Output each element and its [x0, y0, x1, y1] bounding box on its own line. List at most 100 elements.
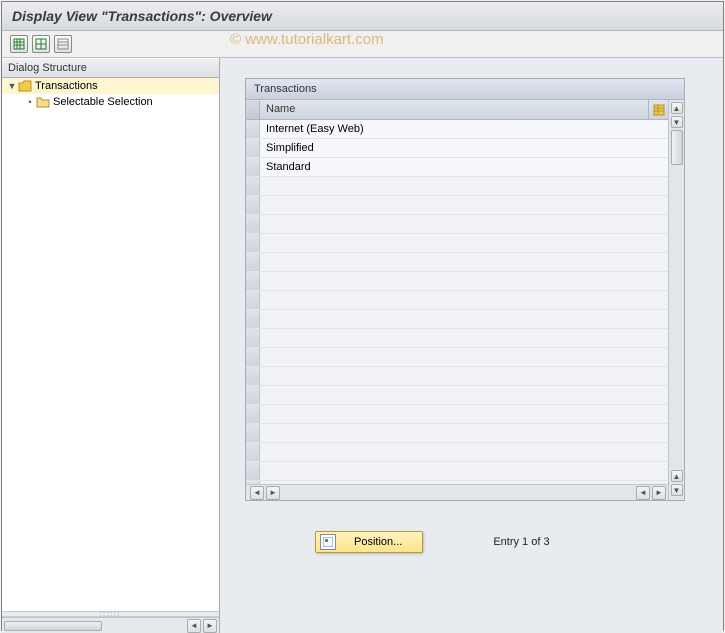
cell-name — [260, 291, 668, 309]
table-row[interactable] — [246, 310, 668, 329]
panel-title: Transactions — [246, 79, 684, 100]
row-selector[interactable] — [246, 158, 260, 176]
cell-name — [260, 310, 668, 328]
row-selector[interactable] — [246, 196, 260, 214]
table-body: Internet (Easy Web)SimplifiedStandard — [246, 120, 668, 484]
position-button[interactable]: Position... — [315, 531, 423, 553]
tree: ▼ Transactions • Selectable Selection — [2, 78, 219, 611]
scroll-left-icon[interactable]: ◄ — [250, 486, 264, 500]
row-selector[interactable] — [246, 310, 260, 328]
cell-name — [260, 367, 668, 385]
row-selector[interactable] — [246, 424, 260, 442]
content-area: Transactions Name Internet (Easy Web)Sim… — [220, 58, 723, 633]
row-selector[interactable] — [246, 348, 260, 366]
cell-name — [260, 272, 668, 290]
table-row[interactable] — [246, 348, 668, 367]
table-hscrollbar[interactable]: ◄ ► ◄ ► — [246, 484, 668, 500]
row-selector[interactable] — [246, 215, 260, 233]
table-row[interactable] — [246, 462, 668, 481]
toolbar-button-1[interactable] — [10, 35, 28, 53]
cell-name: Internet (Easy Web) — [260, 120, 668, 138]
scroll-down-icon[interactable]: ▼ — [671, 116, 683, 128]
row-selector[interactable] — [246, 329, 260, 347]
row-selector[interactable] — [246, 234, 260, 252]
tree-item-selectable-selection[interactable]: • Selectable Selection — [2, 94, 219, 110]
transactions-panel: Transactions Name Internet (Easy Web)Sim… — [245, 78, 685, 501]
tree-item-label: Selectable Selection — [53, 96, 153, 108]
row-selector[interactable] — [246, 272, 260, 290]
select-all-column[interactable] — [246, 100, 260, 119]
toolbar-button-3[interactable] — [54, 35, 72, 53]
position-icon — [320, 534, 336, 550]
folder-icon — [36, 96, 50, 108]
cell-name — [260, 253, 668, 271]
grid-green-icon — [13, 38, 25, 50]
dialog-structure-sidebar: Dialog Structure ▼ Transactions • Select… — [2, 58, 220, 633]
scroll-right-icon[interactable]: ► — [266, 486, 280, 500]
footer: Position... Entry 1 of 3 — [315, 531, 708, 553]
row-selector[interactable] — [246, 405, 260, 423]
sidebar-hscrollbar[interactable]: ◄ ► — [2, 617, 219, 633]
table-row[interactable] — [246, 177, 668, 196]
row-selector[interactable] — [246, 120, 260, 138]
scroll-left-icon[interactable]: ◄ — [187, 619, 201, 633]
cell-name — [260, 386, 668, 404]
scroll-left-icon[interactable]: ◄ — [636, 486, 650, 500]
row-selector[interactable] — [246, 139, 260, 157]
sidebar-header: Dialog Structure — [2, 58, 219, 78]
table-settings-icon — [653, 104, 665, 116]
row-selector[interactable] — [246, 462, 260, 480]
grid-grey-icon — [57, 38, 69, 50]
table-row[interactable] — [246, 253, 668, 272]
toolbar-button-2[interactable] — [32, 35, 50, 53]
cell-name — [260, 196, 668, 214]
cell-name: Simplified — [260, 139, 668, 157]
table-row[interactable] — [246, 405, 668, 424]
cell-name — [260, 462, 668, 480]
folder-open-icon — [18, 80, 32, 92]
scrollbar-thumb[interactable] — [671, 130, 683, 165]
collapse-icon[interactable]: ▼ — [6, 81, 18, 91]
table-row[interactable] — [246, 386, 668, 405]
row-selector[interactable] — [246, 386, 260, 404]
table-row[interactable] — [246, 272, 668, 291]
row-selector[interactable] — [246, 177, 260, 195]
grid-green2-icon — [35, 38, 47, 50]
entry-counter: Entry 1 of 3 — [493, 536, 549, 548]
table-row[interactable] — [246, 367, 668, 386]
table-vscrollbar[interactable]: ▲ ▼ ▲ ▼ — [668, 100, 684, 500]
table-row[interactable] — [246, 196, 668, 215]
table-row[interactable]: Internet (Easy Web) — [246, 120, 668, 139]
tree-item-label: Transactions — [35, 80, 98, 92]
toolbar — [2, 31, 723, 58]
scroll-up-icon[interactable]: ▲ — [671, 470, 683, 482]
tree-item-transactions[interactable]: ▼ Transactions — [2, 78, 219, 94]
table-row[interactable] — [246, 329, 668, 348]
scroll-right-icon[interactable]: ► — [652, 486, 666, 500]
table-row[interactable]: Simplified — [246, 139, 668, 158]
position-button-label: Position... — [354, 536, 402, 548]
cell-name — [260, 443, 668, 461]
cell-name — [260, 348, 668, 366]
table-row[interactable]: Standard — [246, 158, 668, 177]
table-row[interactable] — [246, 443, 668, 462]
table-row[interactable] — [246, 234, 668, 253]
row-selector[interactable] — [246, 291, 260, 309]
table-row[interactable] — [246, 424, 668, 443]
cell-name — [260, 215, 668, 233]
scroll-right-icon[interactable]: ► — [203, 619, 217, 633]
table-row[interactable] — [246, 215, 668, 234]
column-header-name[interactable]: Name — [260, 100, 648, 119]
scrollbar-thumb[interactable] — [4, 621, 102, 631]
cell-name — [260, 234, 668, 252]
scroll-down-icon[interactable]: ▼ — [671, 484, 683, 496]
row-selector[interactable] — [246, 443, 260, 461]
cell-name — [260, 424, 668, 442]
configure-columns-button[interactable] — [648, 100, 668, 119]
cell-name — [260, 177, 668, 195]
table-row[interactable] — [246, 291, 668, 310]
scrollbar-track[interactable] — [671, 130, 683, 470]
row-selector[interactable] — [246, 253, 260, 271]
scroll-up-icon[interactable]: ▲ — [671, 102, 683, 114]
row-selector[interactable] — [246, 367, 260, 385]
